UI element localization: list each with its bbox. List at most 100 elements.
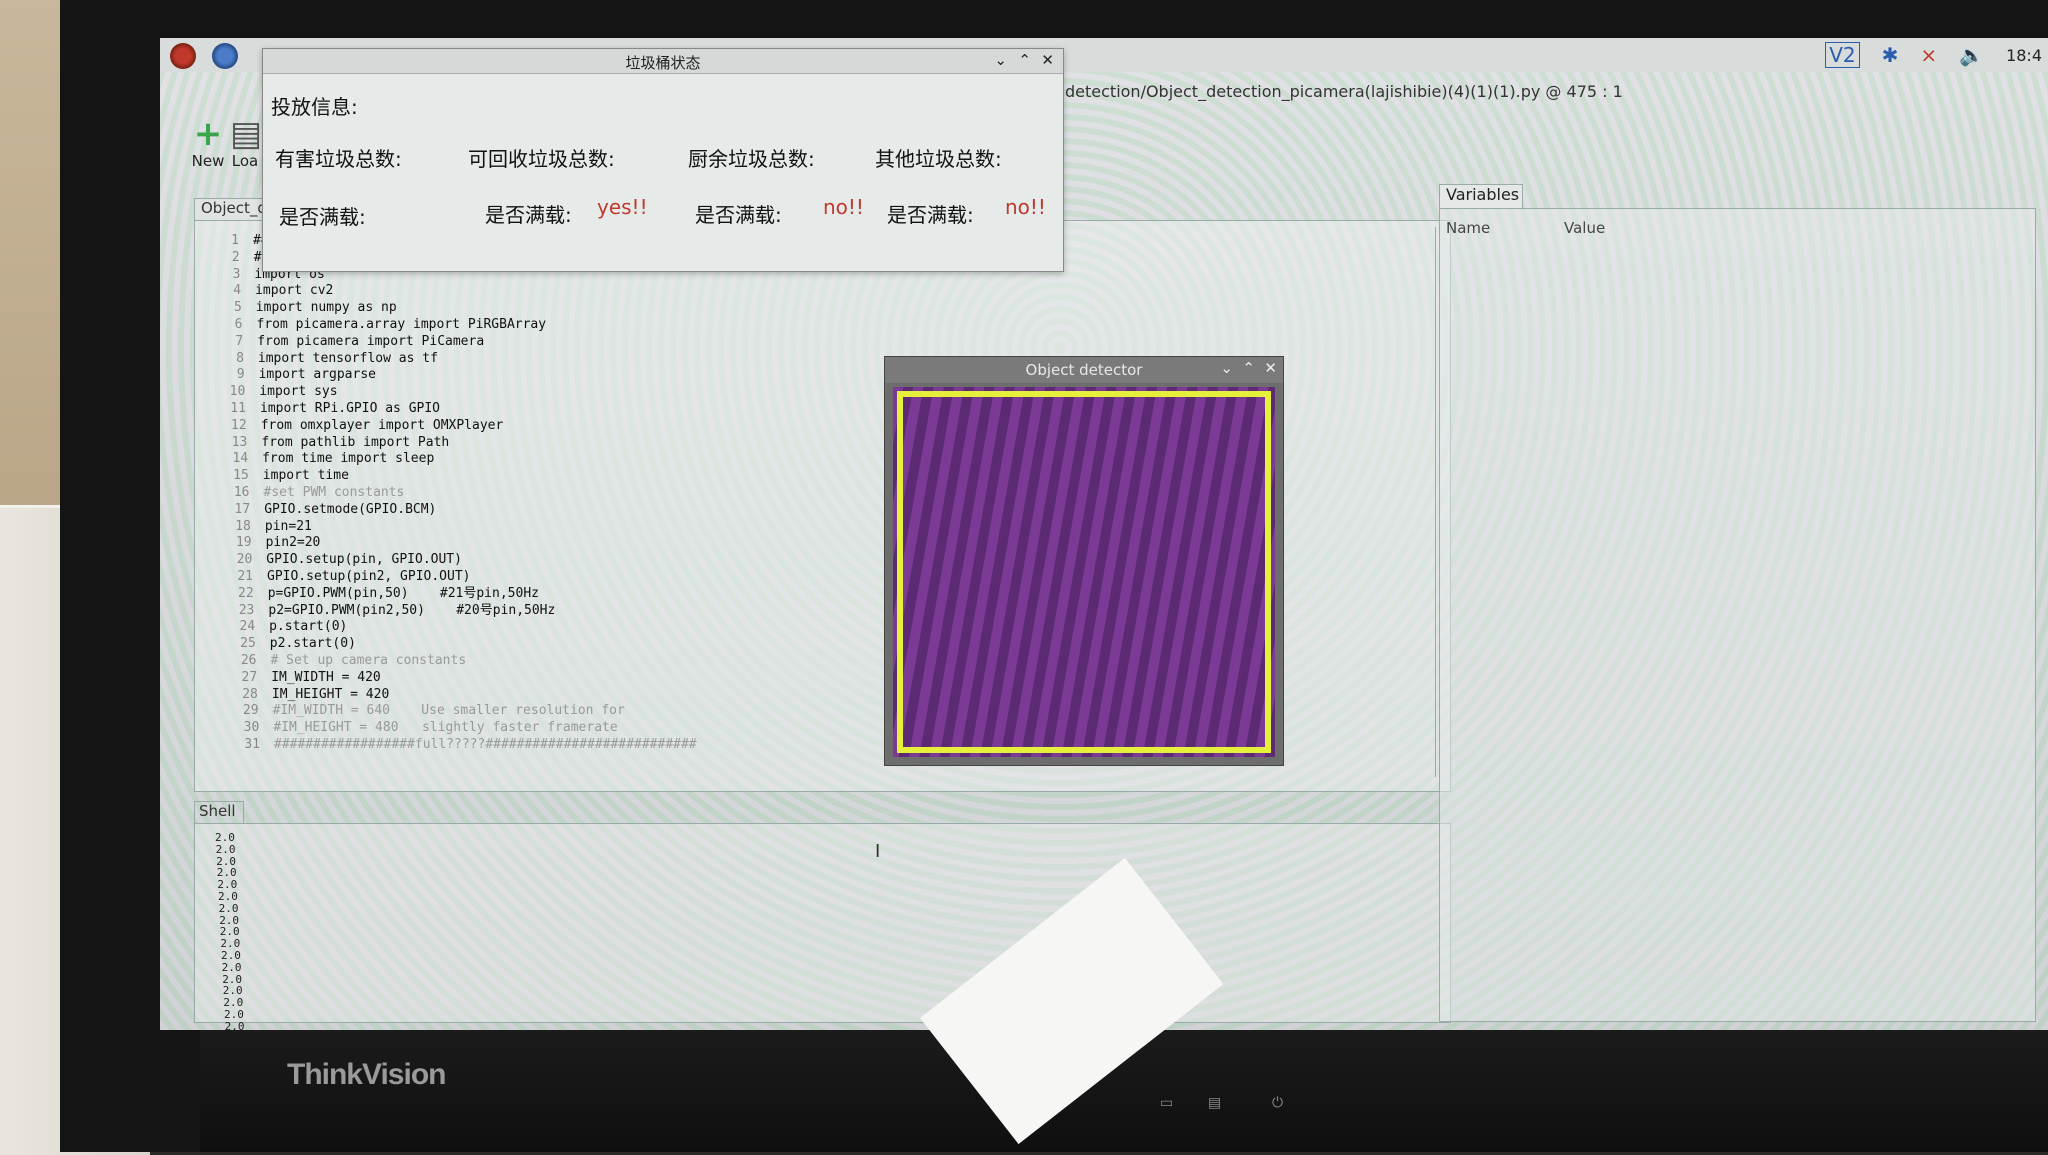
code-text: pin=21 bbox=[264, 518, 312, 534]
shell-line: 2.0 bbox=[221, 960, 242, 974]
shell-console[interactable]: 2.0 2.0 2.0 2.0 2.0 2.0 2.0 2.0 2.0 2.0 2.0 2.0 2.0 2… bbox=[194, 823, 1451, 1030]
line-number: 21 bbox=[237, 568, 253, 584]
browser-globe-icon[interactable] bbox=[212, 43, 238, 69]
code-line: 8 import tensorflow as tf bbox=[205, 351, 697, 368]
recyclable-full-label: 是否满载: bbox=[485, 203, 572, 227]
line-number: 6 bbox=[234, 316, 243, 332]
kitchen-full-value: no!! bbox=[823, 195, 864, 219]
new-button[interactable]: + New bbox=[183, 116, 233, 170]
line-number: 7 bbox=[235, 333, 244, 349]
code-text: import cv2 bbox=[255, 283, 334, 299]
line-number: 26 bbox=[240, 652, 257, 668]
code-text: GPIO.setmode(GPIO.BCM) bbox=[264, 501, 437, 517]
line-number: 9 bbox=[236, 367, 245, 383]
line-number: 16 bbox=[233, 484, 250, 500]
code-lines: 1####2# Im3import os4import cv25import n… bbox=[205, 233, 697, 754]
code-line: 11 import RPi.GPIO as GPIO bbox=[205, 401, 697, 418]
code-text: import sys bbox=[259, 384, 338, 400]
code-text: ##################full?????#############… bbox=[274, 736, 697, 752]
detector-close-icon[interactable]: ✕ bbox=[1264, 359, 1277, 377]
line-number: 5 bbox=[233, 300, 242, 316]
vars-name-header[interactable]: Name bbox=[1446, 219, 1490, 237]
detector-titlebar[interactable]: Object detector ⌄ ⌃ ✕ bbox=[885, 357, 1283, 383]
code-line: 16 #set PWM constants bbox=[205, 485, 697, 502]
code-line: 18 pin=21 bbox=[205, 519, 697, 536]
monitor-power-icon[interactable]: ⏻ bbox=[1272, 1095, 1283, 1111]
code-text: # Set up camera constants bbox=[270, 652, 467, 668]
code-line: 19 pin2=20 bbox=[205, 535, 697, 552]
load-button[interactable]: ▤ Loa bbox=[230, 116, 260, 170]
code-line: 23 p2=GPIO.PWM(pin2,50) #20号pin,50Hz bbox=[205, 603, 697, 620]
close-icon[interactable]: ✕ bbox=[1041, 51, 1054, 69]
text-cursor-icon: I bbox=[875, 841, 881, 862]
detection-bounding-box bbox=[897, 391, 1271, 753]
code-line: 24 p.start(0) bbox=[205, 619, 697, 636]
code-text: from time import sleep bbox=[262, 451, 435, 467]
code-text: #IM_WIDTH = 640 Use smaller resolution f… bbox=[272, 703, 625, 719]
line-number: 31 bbox=[244, 736, 260, 752]
shell-line: 2.0 bbox=[218, 889, 238, 903]
vnc-icon[interactable]: V2 bbox=[1825, 42, 1860, 68]
code-text: #set PWM constants bbox=[263, 484, 405, 500]
monitor-menu-icon[interactable]: ▭ bbox=[1160, 1095, 1173, 1111]
camera-frame bbox=[893, 387, 1275, 757]
detector-maximize-icon[interactable]: ⌃ bbox=[1242, 359, 1255, 377]
shell-tab[interactable]: Shell bbox=[194, 801, 244, 824]
code-text: from omxplayer import OMXPlayer bbox=[260, 417, 504, 433]
hazardous-count-label: 有害垃圾总数: bbox=[275, 147, 402, 171]
code-text: p=GPIO.PWM(pin,50) #21号pin,50Hz bbox=[267, 585, 539, 601]
code-text: import time bbox=[262, 468, 349, 484]
code-line: 22 p=GPIO.PWM(pin,50) #21号pin,50Hz bbox=[205, 586, 697, 603]
kitchen-full-label: 是否满载: bbox=[695, 203, 782, 227]
variables-panel: Name Value bbox=[1439, 208, 2036, 1022]
other-full-value: no!! bbox=[1005, 195, 1046, 219]
code-line: 17 GPIO.setmode(GPIO.BCM) bbox=[205, 502, 697, 519]
trash-window-titlebar[interactable]: 垃圾桶状态 ⌄ ⌃ ✕ bbox=[263, 49, 1063, 74]
code-line: 20 GPIO.setup(pin, GPIO.OUT) bbox=[205, 552, 697, 569]
recyclable-full-value: yes!! bbox=[597, 195, 648, 219]
code-text: from pathlib import Path bbox=[261, 434, 450, 450]
line-number: 23 bbox=[238, 602, 255, 618]
code-text: from picamera.array import PiRGBArray bbox=[256, 316, 547, 332]
maximize-icon[interactable]: ⌃ bbox=[1018, 51, 1031, 69]
code-line: 9 import argparse bbox=[205, 367, 697, 384]
line-number: 3 bbox=[232, 266, 241, 282]
vars-value-header[interactable]: Value bbox=[1564, 219, 1605, 237]
line-number: 12 bbox=[231, 417, 247, 433]
line-number: 28 bbox=[242, 686, 258, 702]
minimize-icon[interactable]: ⌄ bbox=[994, 51, 1007, 69]
line-number: 11 bbox=[230, 400, 246, 416]
volume-icon[interactable]: 🔈 bbox=[1959, 43, 1984, 67]
line-number: 27 bbox=[241, 669, 258, 685]
line-number: 8 bbox=[236, 350, 244, 366]
code-text: p.start(0) bbox=[269, 619, 348, 635]
code-line: 21 GPIO.setup(pin2, GPIO.OUT) bbox=[205, 569, 697, 586]
trash-window-title: 垃圾桶状态 bbox=[625, 54, 701, 72]
folder-icon: ▤ bbox=[230, 116, 260, 154]
code-line: 25 p2.start(0) bbox=[205, 636, 697, 653]
shell-line: 2.0 bbox=[215, 842, 236, 856]
line-number: 29 bbox=[242, 703, 259, 719]
line-number: 20 bbox=[236, 552, 253, 568]
line-number: 10 bbox=[229, 384, 246, 400]
monitor-input-icon[interactable]: ▤ bbox=[1208, 1095, 1221, 1111]
code-text: p2=GPIO.PWM(pin2,50) #20号pin,50Hz bbox=[268, 602, 556, 618]
network-disconnected-icon[interactable]: ⨯ bbox=[1920, 43, 1937, 67]
line-number: 4 bbox=[233, 283, 242, 299]
code-line: 6 from picamera.array import PiRGBArray bbox=[205, 317, 697, 334]
system-tray: V2 ✱ ⨯ 🔈 18:4 bbox=[1825, 40, 2048, 70]
code-line: 13 from pathlib import Path bbox=[205, 435, 697, 452]
code-line: 12 from omxplayer import OMXPlayer bbox=[205, 418, 697, 435]
code-text: import tensorflow as tf bbox=[257, 350, 438, 366]
variables-tab[interactable]: Variables bbox=[1439, 184, 1523, 209]
raspberry-menu-icon[interactable] bbox=[170, 43, 196, 69]
shell-line: 2.0 bbox=[218, 901, 239, 915]
new-button-label: New bbox=[191, 152, 225, 170]
detector-minimize-icon[interactable]: ⌄ bbox=[1220, 359, 1233, 377]
code-text: import argparse bbox=[258, 367, 376, 383]
code-line: 31 ##################full?????###########… bbox=[205, 736, 697, 754]
code-text: #IM_HEIGHT = 480 slightly faster framera… bbox=[273, 720, 618, 736]
bluetooth-icon[interactable]: ✱ bbox=[1882, 43, 1899, 67]
line-number: 15 bbox=[233, 468, 249, 484]
code-line: 15 import time bbox=[205, 468, 697, 485]
